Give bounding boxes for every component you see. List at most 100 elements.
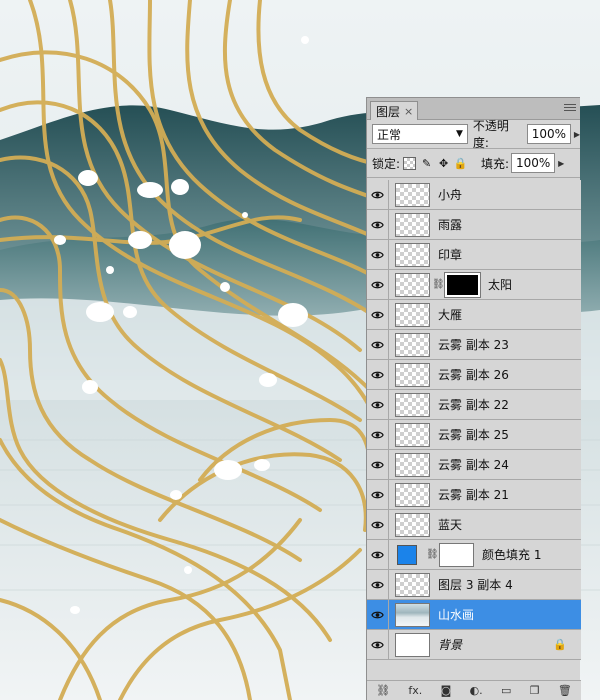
tab-layers[interactable]: 图层 ×	[370, 101, 419, 120]
layer-thumbnail[interactable]	[395, 632, 430, 657]
layer-list: 小舟雨露印章 ⛓ 太阳大雁云雾 副本 23 云雾 副本 26 云雾 副本 22 云雾 副本…	[367, 179, 581, 660]
layer-thumbnail[interactable]	[395, 482, 430, 507]
layer-row[interactable]: 背景 🔒	[367, 629, 581, 660]
blend-mode-select[interactable]: 正常 ▼	[372, 124, 468, 144]
layer-name: 蓝天	[438, 518, 463, 532]
layer-row[interactable]: 蓝天	[367, 509, 581, 540]
panel-menu-icon[interactable]	[564, 104, 576, 113]
layer-row[interactable]: 云雾 副本 22	[367, 389, 581, 420]
layer-thumbnail[interactable]	[395, 422, 430, 447]
opacity-value: 100%	[531, 127, 567, 141]
lock-label: 锁定:	[372, 156, 401, 171]
layer-row[interactable]: ⛓ 太阳	[367, 269, 581, 300]
layer-thumbnail[interactable]	[395, 452, 430, 477]
layer-thumbnail[interactable]	[395, 602, 430, 627]
eye-icon[interactable]	[367, 299, 389, 330]
adjustment-icon[interactable]: ◐.	[470, 684, 483, 697]
eye-icon[interactable]	[367, 419, 389, 450]
link-icon[interactable]: ⛓	[432, 279, 445, 290]
eye-icon[interactable]	[367, 449, 389, 480]
layer-thumbnail[interactable]	[395, 182, 430, 207]
layer-thumbnail[interactable]	[395, 272, 430, 297]
panel-footer: ⛓ fx. ◙ ◐. ▭ ❐ 🗑	[367, 680, 581, 700]
folder-icon[interactable]: ▭	[501, 684, 511, 697]
layer-name: 雨露	[438, 218, 463, 232]
eye-icon[interactable]	[367, 569, 389, 600]
layers-panel: 图层 × 正常 ▼ 不透明度: 100% ▶ 锁定: ✎ ✥ 🔒 填充: 100…	[366, 97, 581, 700]
fill-field[interactable]: 100%	[511, 153, 556, 173]
layer-name: 小舟	[438, 188, 463, 202]
lock-fill-row: 锁定: ✎ ✥ 🔒 填充: 100% ▶	[367, 149, 580, 177]
layer-row[interactable]: 雨露	[367, 209, 581, 240]
layer-name: 图层 3 副本 4	[438, 578, 513, 592]
layer-thumbnail[interactable]	[395, 392, 430, 417]
tab-layers-label: 图层	[376, 104, 401, 119]
layer-row[interactable]: 图层 3 副本 4	[367, 569, 581, 600]
eye-icon[interactable]	[367, 359, 389, 390]
layer-mask-thumbnail[interactable]	[439, 542, 474, 567]
blend-mode-value: 正常	[377, 127, 402, 142]
layer-name: 大雁	[438, 308, 463, 322]
eye-icon[interactable]	[367, 239, 389, 270]
lock-pixels-icon[interactable]: ✎	[420, 157, 433, 170]
eye-icon[interactable]	[367, 599, 389, 630]
layer-row[interactable]: 云雾 副本 23	[367, 329, 581, 360]
fill-label: 填充:	[481, 156, 510, 171]
eye-icon[interactable]	[367, 629, 389, 660]
layer-name: 山水画	[438, 608, 475, 622]
eye-icon[interactable]	[367, 479, 389, 510]
fill-value: 100%	[515, 156, 551, 170]
layer-name: 云雾 副本 25	[438, 428, 509, 442]
chevron-down-icon: ▼	[455, 129, 463, 139]
layer-name: 印章	[438, 248, 463, 262]
eye-icon[interactable]	[367, 179, 389, 210]
lock-transparency-icon[interactable]	[403, 156, 417, 170]
eye-icon[interactable]	[367, 389, 389, 420]
layer-thumbnail[interactable]	[395, 572, 430, 597]
lock-position-icon[interactable]: ✥	[437, 157, 450, 170]
layer-row[interactable]: 大雁	[367, 299, 581, 330]
layer-row[interactable]: 云雾 副本 21	[367, 479, 581, 510]
eye-icon[interactable]	[367, 509, 389, 540]
layer-name: 太阳	[488, 278, 513, 292]
layer-thumbnail[interactable]	[395, 362, 430, 387]
layer-thumbnail[interactable]	[395, 242, 430, 267]
layer-row[interactable]: 印章	[367, 239, 581, 270]
layer-thumbnail[interactable]	[395, 212, 430, 237]
layer-thumbnail[interactable]	[395, 332, 430, 357]
layer-row[interactable]: 小舟	[367, 179, 581, 210]
eye-icon[interactable]	[367, 209, 389, 240]
opacity-label: 不透明度:	[472, 119, 509, 150]
blend-opacity-row: 正常 ▼ 不透明度: 100% ▶	[367, 119, 580, 150]
trash-icon[interactable]: 🗑	[558, 684, 572, 697]
layer-mask-thumbnail[interactable]	[444, 271, 481, 298]
layer-row[interactable]: 云雾 副本 25	[367, 419, 581, 450]
layer-row[interactable]: 山水画	[367, 599, 581, 630]
layer-row[interactable]: 云雾 副本 24	[367, 449, 581, 480]
layer-name: 背景	[438, 638, 463, 652]
layer-name: 颜色填充 1	[482, 548, 542, 562]
eye-icon[interactable]	[367, 539, 389, 570]
layer-row[interactable]: 云雾 副本 26	[367, 359, 581, 390]
opacity-field[interactable]: 100%	[526, 124, 571, 144]
layer-name: 云雾 副本 23	[438, 338, 509, 352]
layer-thumbnail[interactable]	[395, 302, 430, 327]
close-icon[interactable]: ×	[404, 105, 413, 118]
eye-icon[interactable]	[367, 269, 389, 300]
mask-icon[interactable]: ◙	[441, 684, 452, 697]
opacity-slider-icon[interactable]: ▶	[574, 130, 580, 139]
color-fill-thumbnail[interactable]	[397, 544, 417, 565]
fill-slider-icon[interactable]: ▶	[558, 159, 564, 168]
layer-name: 云雾 副本 21	[438, 488, 509, 502]
fx-icon[interactable]: fx.	[408, 684, 422, 697]
eye-icon[interactable]	[367, 329, 389, 360]
layer-name: 云雾 副本 22	[438, 398, 509, 412]
link-icon[interactable]: ⛓	[376, 684, 390, 697]
lock-all-icon[interactable]: 🔒	[454, 157, 468, 170]
layer-thumbnail[interactable]	[395, 512, 430, 537]
layer-name: 云雾 副本 24	[438, 458, 509, 472]
layer-row[interactable]: ⛓ 颜色填充 1	[367, 539, 581, 570]
link-icon[interactable]: ⛓	[426, 549, 439, 560]
new-layer-icon[interactable]: ❐	[530, 684, 540, 697]
lock-icon: 🔒	[553, 638, 567, 651]
